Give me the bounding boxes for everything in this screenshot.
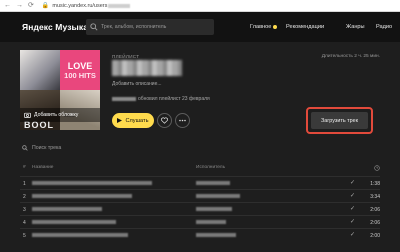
owner-redacted xyxy=(112,97,136,101)
playlist-updated: обновил плейлист 23 февраля xyxy=(112,96,210,102)
browser-nav: ← → ⟳ xyxy=(0,0,34,12)
browser-bar: ← → ⟳ 🔒 music.yandex.ru/users xyxy=(0,0,400,12)
track-name-redacted xyxy=(32,194,132,198)
table-row[interactable]: 3 ✓ 2:06 xyxy=(20,202,380,215)
lock-icon: 🔒 xyxy=(41,3,50,9)
cover-tile-2: LOVE 100 HITS xyxy=(60,50,100,90)
track-number: 3 xyxy=(23,207,26,213)
search-icon xyxy=(22,145,28,151)
reload-icon[interactable]: ⟳ xyxy=(28,0,34,12)
col-num: # xyxy=(23,165,26,170)
check-icon: ✓ xyxy=(350,219,356,225)
cover-text-hits: 100 HITS xyxy=(64,70,96,80)
track-number: 4 xyxy=(23,220,26,226)
track-artist-redacted xyxy=(196,181,230,185)
check-icon: ✓ xyxy=(350,232,356,238)
table-header: # Название Исполнитель xyxy=(20,165,380,175)
check-icon: ✓ xyxy=(350,193,356,199)
track-number: 2 xyxy=(23,194,26,200)
col-artist: Исполнитель xyxy=(196,165,226,170)
add-cover-label: Добавить обложку xyxy=(34,112,79,118)
track-search-input[interactable]: Поиск трека xyxy=(32,145,61,151)
updated-text: обновил плейлист 23 февраля xyxy=(138,96,210,102)
play-label: Слушать xyxy=(125,117,149,124)
track-artist-redacted xyxy=(196,233,236,237)
more-icon xyxy=(179,119,186,122)
track-number: 5 xyxy=(23,233,26,239)
play-button[interactable]: Слушать xyxy=(112,113,154,128)
url-redacted xyxy=(108,3,131,8)
site-header: Яндекс Музыка Трек, альбом, исполнитель … xyxy=(0,12,400,42)
track-name-redacted xyxy=(32,181,152,185)
menu-item-genres[interactable]: Жанры xyxy=(346,24,365,30)
track-name-redacted xyxy=(32,207,102,211)
logo[interactable]: Яндекс Музыка xyxy=(22,22,88,32)
menu-item-label: Главное xyxy=(250,24,272,30)
search-box[interactable]: Трек, альбом, исполнитель xyxy=(86,19,214,35)
play-icon xyxy=(117,118,123,123)
camera-icon xyxy=(24,112,31,118)
table-row[interactable]: 5 ✓ 2:00 xyxy=(20,228,380,241)
track-search[interactable]: Поиск трека xyxy=(22,145,61,151)
like-button[interactable] xyxy=(157,113,172,128)
cover-tile-1 xyxy=(20,50,60,90)
track-artist-redacted xyxy=(196,194,240,198)
track-duration: 2:06 xyxy=(370,220,380,226)
col-name: Название xyxy=(32,165,54,170)
active-dot xyxy=(273,24,278,29)
table-row[interactable]: 4 ✓ 2:06 xyxy=(20,215,380,228)
table-row[interactable]: 1 ✓ 1:38 xyxy=(20,176,380,189)
track-artist-redacted xyxy=(196,220,226,224)
track-artist-redacted xyxy=(196,207,232,211)
more-button[interactable] xyxy=(175,113,190,128)
track-number: 1 xyxy=(23,181,26,187)
check-icon: ✓ xyxy=(350,206,356,212)
playlist-duration: Длительность 2 ч. 25 мин. xyxy=(321,54,380,59)
back-icon[interactable]: ← xyxy=(4,0,11,12)
search-icon xyxy=(90,23,98,31)
track-list: 1 ✓ 1:38 2 ✓ 3:34 3 ✓ 2:06 4 ✓ 2:06 5 ✓ … xyxy=(20,176,380,241)
add-description-link[interactable]: Добавить описание... xyxy=(112,81,162,87)
playlist-kind: ПЛЕЙЛИСТ xyxy=(112,54,140,59)
check-icon: ✓ xyxy=(350,180,356,186)
clock-icon xyxy=(374,165,380,171)
forward-icon[interactable]: → xyxy=(16,0,23,12)
menu-item-recommendations[interactable]: Рекомендации xyxy=(286,24,324,30)
upload-track-button[interactable]: Загрузить трек xyxy=(311,112,368,129)
track-duration: 2:06 xyxy=(370,207,380,213)
address-bar[interactable]: music.yandex.ru/users xyxy=(52,3,107,9)
cover-text-love: LOVE xyxy=(67,60,93,71)
search-input[interactable]: Трек, альбом, исполнитель xyxy=(101,24,166,30)
track-name-redacted xyxy=(32,220,116,224)
playlist-title-redacted xyxy=(112,60,182,76)
heart-icon xyxy=(161,117,168,124)
add-cover-button[interactable]: Добавить обложку xyxy=(20,108,100,122)
menu-item-main[interactable]: Главное xyxy=(250,24,278,30)
track-duration: 3:34 xyxy=(370,194,380,200)
track-duration: 1:38 xyxy=(370,181,380,187)
menu-item-radio[interactable]: Радио xyxy=(376,24,392,30)
track-duration: 2:00 xyxy=(370,233,380,239)
table-row[interactable]: 2 ✓ 3:34 xyxy=(20,189,380,202)
track-name-redacted xyxy=(32,233,128,237)
